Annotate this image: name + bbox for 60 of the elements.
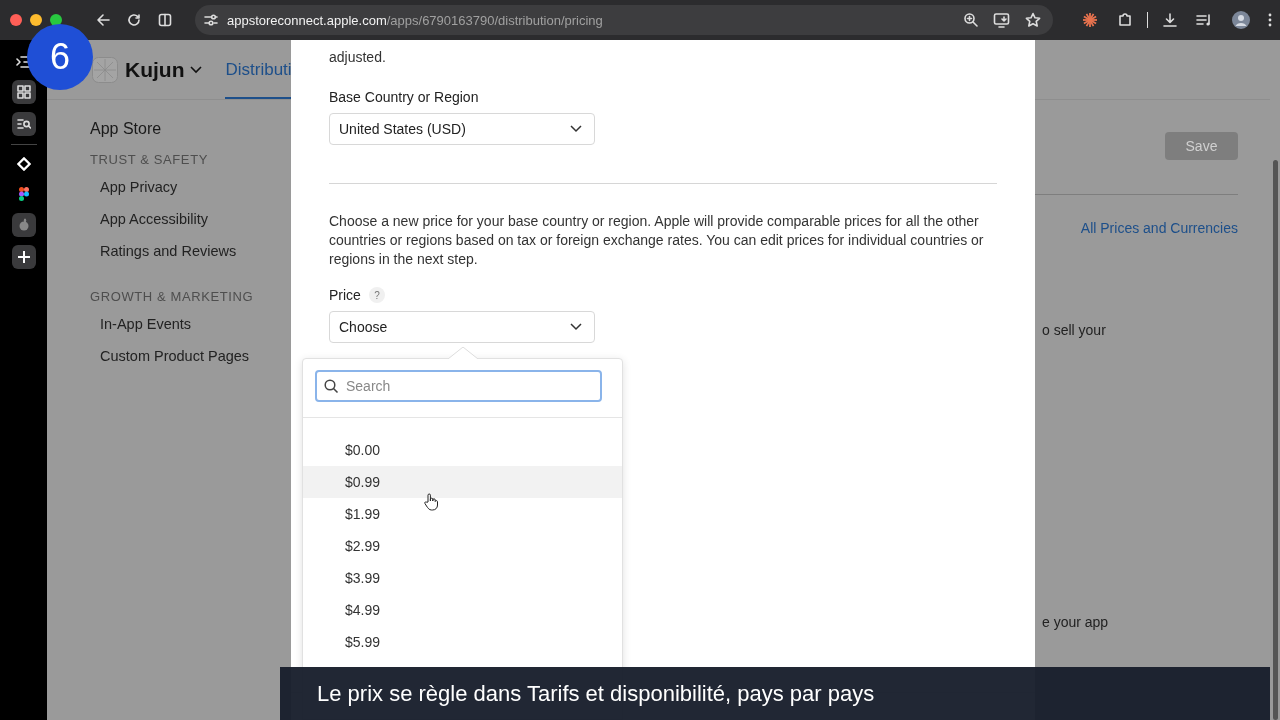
- address-bar[interactable]: appstoreconnect.apple.com/apps/6790163790/distribution/pricing: [195, 5, 1053, 35]
- extensions-puzzle-icon[interactable]: [1117, 12, 1133, 28]
- apple-button[interactable]: [11, 213, 36, 237]
- split-view-icon[interactable]: [158, 13, 172, 27]
- sidebar-item[interactable]: App Accessibility: [100, 211, 290, 243]
- sidebar-heading: GROWTH & MARKETING: [90, 289, 255, 304]
- grid-icon: [16, 85, 31, 99]
- search-icon: [324, 379, 339, 394]
- window-control-icon: [30, 14, 42, 26]
- chevron-down-icon: [570, 323, 582, 331]
- scrollbar-thumb[interactable]: [1272, 160, 1278, 720]
- starburst-extension-icon[interactable]: [1081, 11, 1099, 29]
- price-option[interactable]: $3.99: [303, 562, 622, 594]
- url-text: appstoreconnect.apple.com/apps/6790163790/distribution/pricing: [227, 12, 603, 28]
- price-option[interactable]: $0.99: [303, 466, 622, 498]
- list-search-icon: [16, 117, 31, 131]
- price-option[interactable]: $0.00: [303, 434, 622, 466]
- price-option[interactable]: $4.99: [303, 594, 622, 626]
- chevron-down-icon: [190, 65, 203, 74]
- sidebar-item[interactable]: In-App Events: [100, 316, 290, 348]
- diamond-icon[interactable]: [16, 157, 31, 171]
- download-icon[interactable]: [1162, 12, 1178, 28]
- modal-description: Choose a new price for your base country or region. Apple will provide comparable prices for all the other countries or regions based on tax or foreign exchange rates. You can edit prices for individual countries or regions in the next step.: [329, 212, 985, 269]
- help-button[interactable]: ?: [368, 287, 385, 303]
- price-select[interactable]: Choose: [329, 311, 595, 343]
- sidebar-item[interactable]: Ratings and Reviews: [100, 243, 290, 275]
- install-app-icon[interactable]: [993, 12, 1011, 28]
- list-search-button[interactable]: [11, 112, 36, 136]
- price-option[interactable]: $5.99: [303, 626, 622, 658]
- window-control-icon: [50, 14, 62, 26]
- plus-button[interactable]: [11, 245, 36, 269]
- bookmark-star-icon[interactable]: [1025, 12, 1041, 28]
- sidebar-item[interactable]: Custom Product Pages: [100, 348, 290, 380]
- sidebar-item[interactable]: App Privacy: [100, 179, 290, 211]
- reload-icon[interactable]: [127, 13, 141, 27]
- subtitle-caption: Le prix se règle dans Tarifs et disponibilité, pays par pays: [280, 667, 1270, 720]
- figma-icon[interactable]: [18, 187, 29, 201]
- window-control-icon: [10, 14, 22, 26]
- chevron-down-icon: [570, 125, 582, 133]
- app-logo-icon: [92, 56, 118, 83]
- field-label: Base Country or Region: [329, 89, 480, 105]
- more-menu-icon[interactable]: [1268, 13, 1272, 27]
- field-label: Price: [329, 287, 361, 303]
- country-select[interactable]: United States (USD): [329, 113, 595, 145]
- sidebar-title: App Store: [90, 120, 163, 138]
- plus-icon: [16, 250, 31, 264]
- body-text: e your app: [1042, 614, 1109, 630]
- sidebar-heading: TRUST & SAFETY: [90, 152, 209, 167]
- price-option[interactable]: $2.99: [303, 530, 622, 562]
- price-option[interactable]: $1.99: [303, 498, 622, 530]
- body-text: o sell your: [1042, 322, 1106, 338]
- back-arrow-icon[interactable]: [96, 13, 110, 27]
- hand-cursor-icon: [424, 493, 438, 511]
- search-field[interactable]: Search: [315, 370, 602, 402]
- modal-text: adjusted.: [329, 48, 387, 67]
- profile-avatar-icon[interactable]: [1232, 11, 1250, 29]
- grid-button[interactable]: [11, 80, 36, 104]
- app-switcher[interactable]: Kujun: [125, 57, 203, 82]
- zoom-icon[interactable]: [963, 12, 979, 28]
- site-settings-icon[interactable]: [203, 13, 219, 27]
